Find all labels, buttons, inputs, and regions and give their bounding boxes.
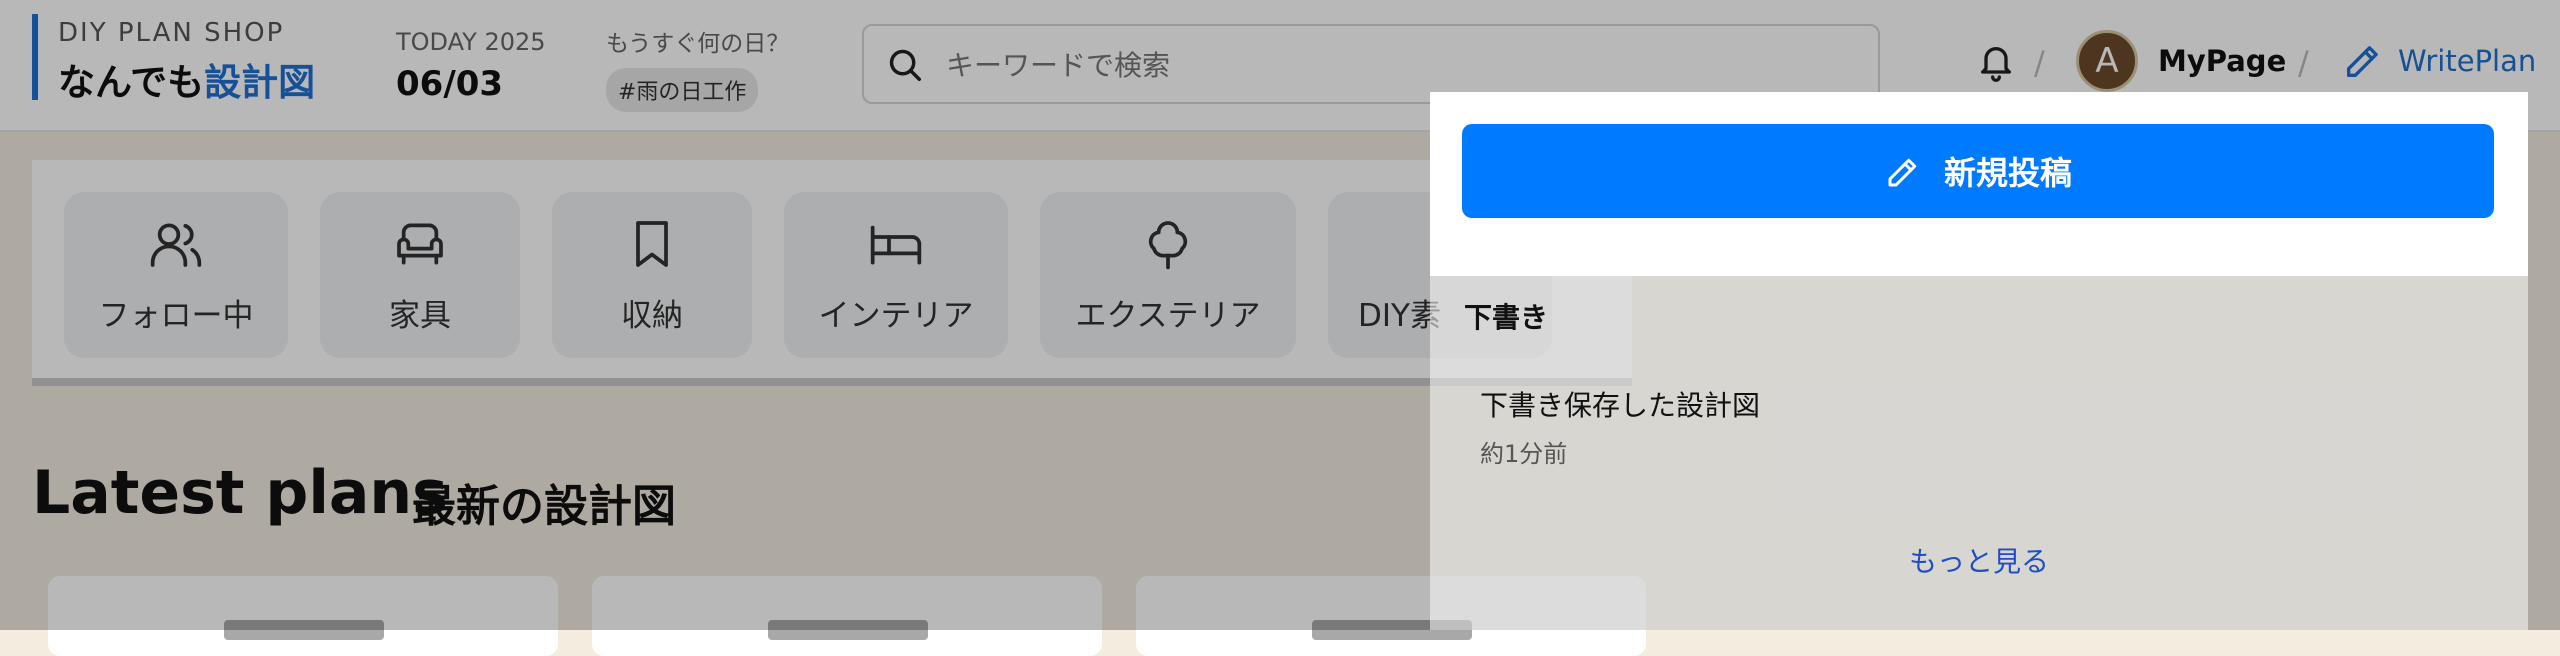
draft-item-time: 約1分前 <box>1480 440 1568 468</box>
new-post-button[interactable]: 新規投稿 <box>1462 124 2494 218</box>
write-menu-drafts: 下書き 下書き保存した設計図 約1分前 もっと見る <box>1430 276 2528 630</box>
new-post-label: 新規投稿 <box>1943 154 2072 192</box>
pencil-icon <box>1888 158 1917 187</box>
show-more-link[interactable]: もっと見る <box>1430 540 2528 580</box>
write-menu-header: 新規投稿 <box>1430 92 2528 276</box>
draft-item-title[interactable]: 下書き保存した設計図 <box>1480 384 1760 424</box>
drafts-heading: 下書き <box>1464 301 1549 334</box>
